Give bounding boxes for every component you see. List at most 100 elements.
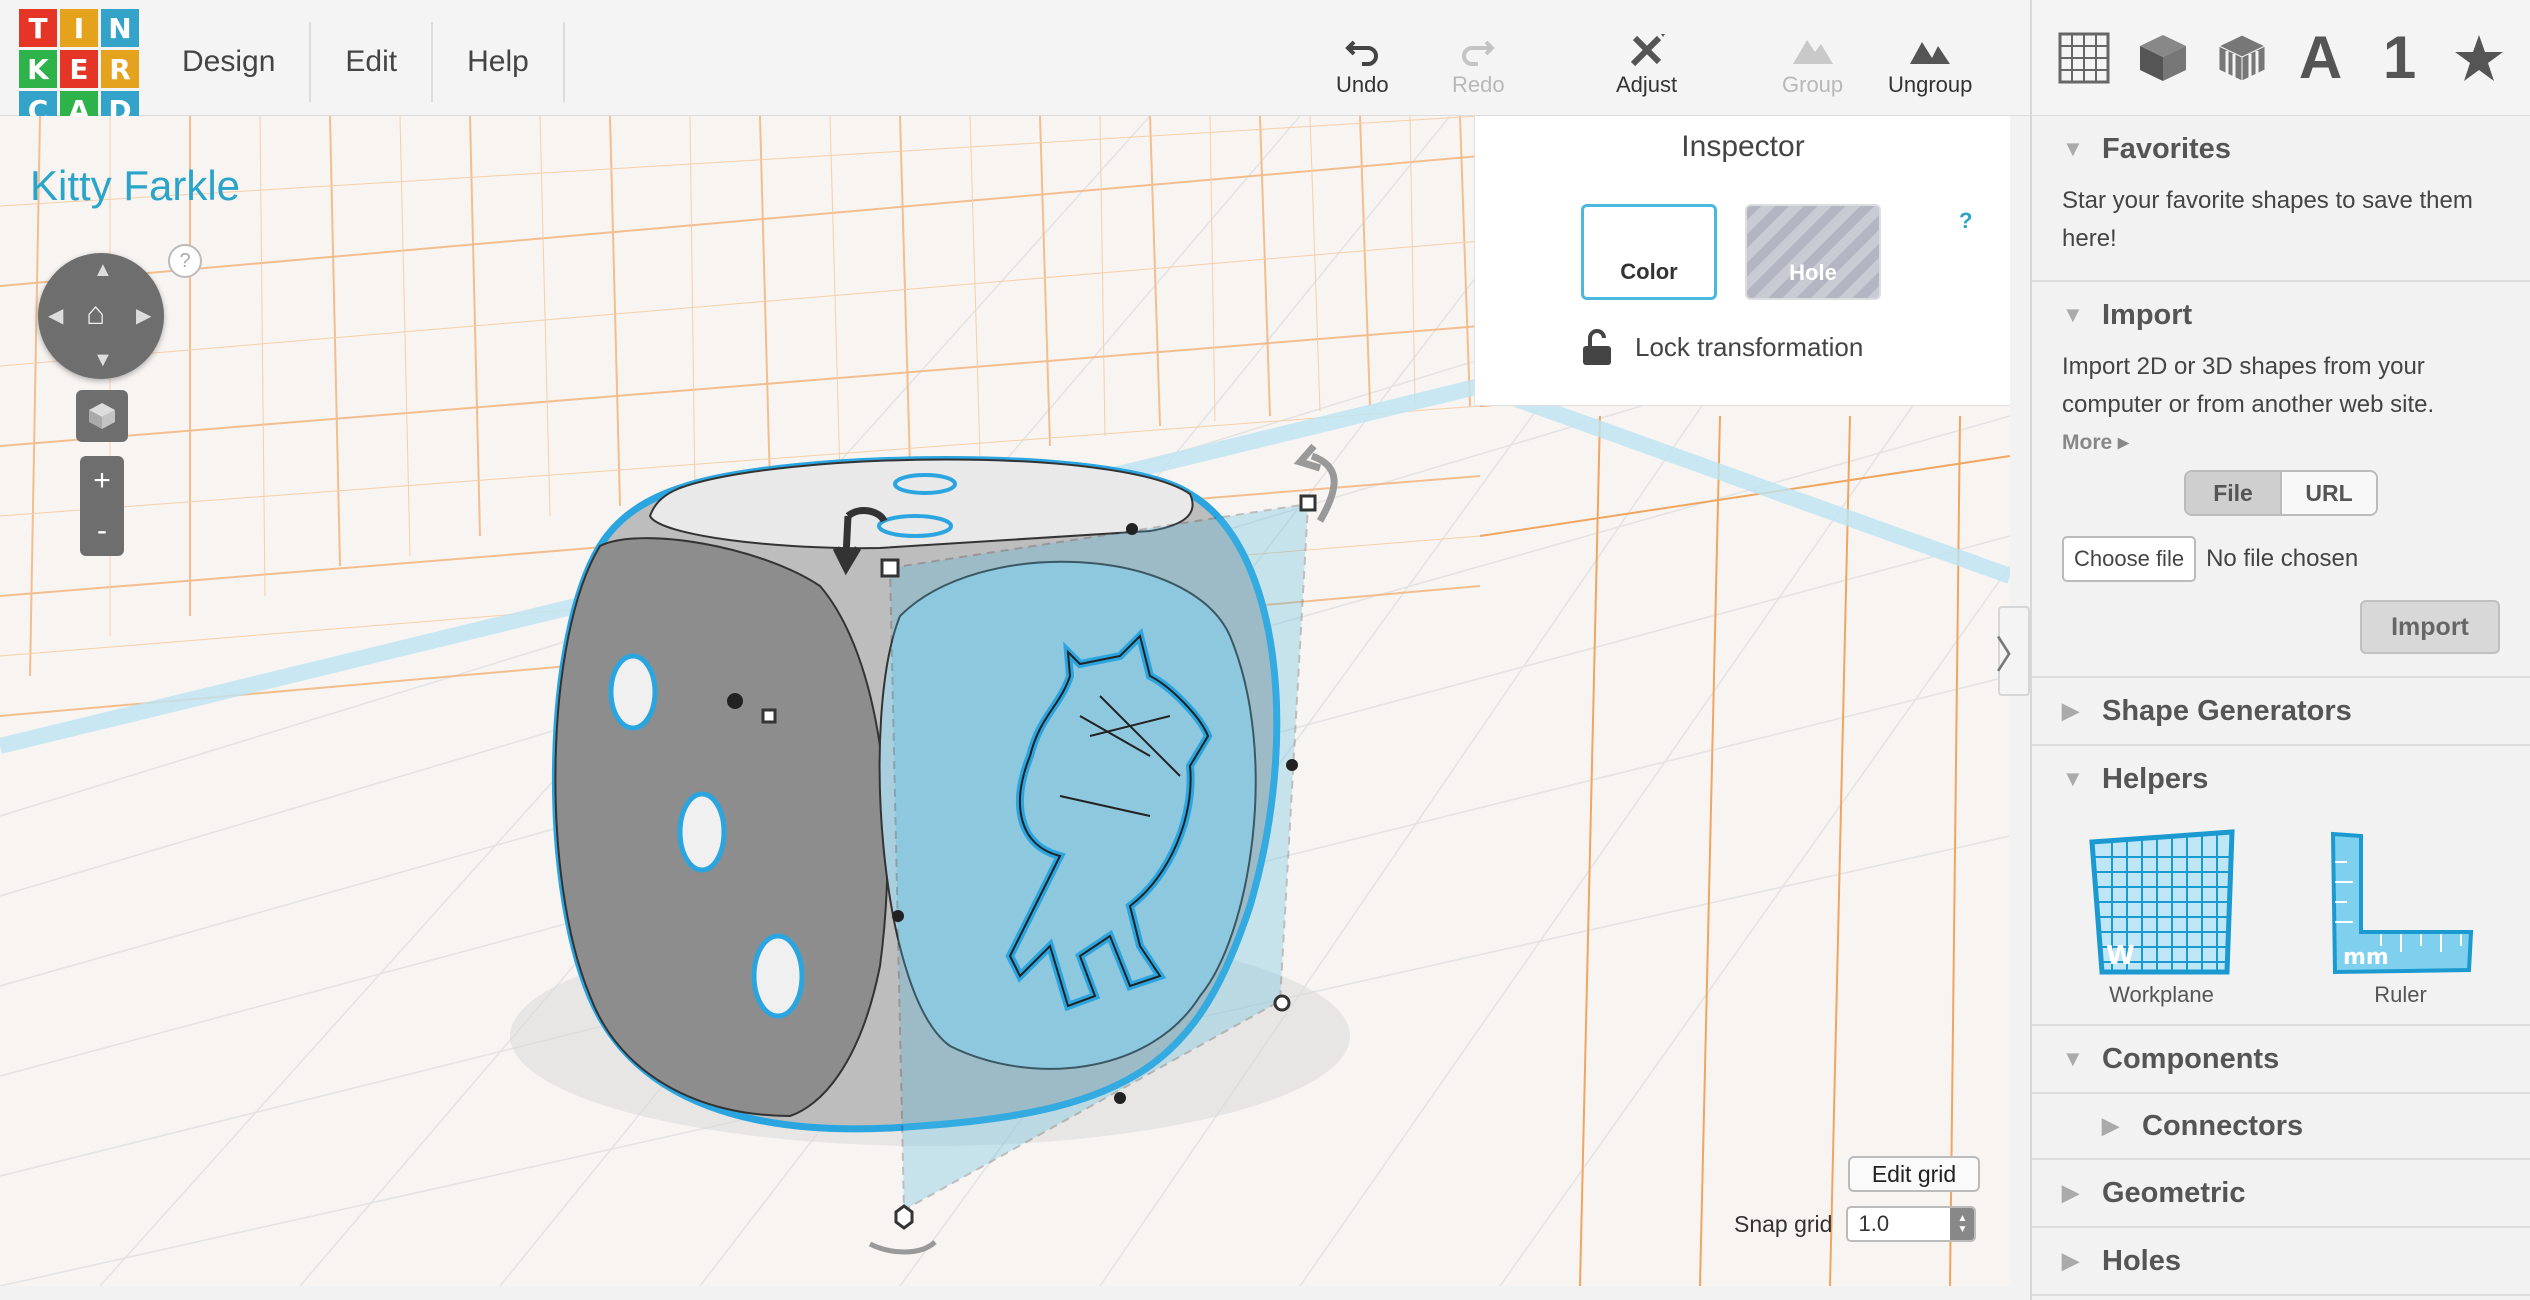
- helpers-header[interactable]: ▼ Helpers: [2032, 746, 2530, 812]
- workplane-label: Workplane: [2109, 982, 2214, 1007]
- favorites-title: Favorites: [2102, 132, 2231, 165]
- shape-generators-header[interactable]: ▶ Shape Generators: [2032, 678, 2530, 744]
- ungroup-button[interactable]: Ungroup: [1888, 28, 1972, 98]
- tab-favorites[interactable]: [2447, 26, 2511, 90]
- choose-file-button[interactable]: Choose file: [2062, 536, 2197, 582]
- import-text: Import 2D or 3D shapes from your compute…: [2062, 353, 2435, 418]
- collapse-panel-button[interactable]: 〉: [1995, 606, 2034, 696]
- undo-label: Undo: [1336, 72, 1389, 97]
- tab-wireframe[interactable]: [2210, 26, 2274, 90]
- logo-letter: K: [19, 50, 57, 88]
- collapsed-triangle-icon: ▶: [2062, 1180, 2079, 1205]
- import-button[interactable]: Import: [2360, 600, 2500, 654]
- view-cube-button[interactable]: [76, 390, 128, 442]
- orbit-down-icon[interactable]: ▼: [93, 349, 113, 372]
- top-pip: [893, 473, 957, 495]
- import-header[interactable]: ▼ Import: [2032, 282, 2530, 348]
- connectors-header[interactable]: ▶ Connectors: [2032, 1092, 2530, 1158]
- stepper-arrows-icon[interactable]: ▲ ▼: [1950, 1208, 1975, 1240]
- orbit-up-icon[interactable]: ▲: [93, 259, 113, 282]
- tinkercad-app: T I N K E R C A D Design Edit Help Undo …: [0, 0, 2530, 1300]
- navigation-help-icon[interactable]: ?: [168, 244, 202, 278]
- holes-section: ▶ Holes: [2032, 1228, 2530, 1296]
- inspector-help-link[interactable]: ?: [1959, 208, 1972, 234]
- import-body: Import 2D or 3D shapes from your compute…: [2032, 348, 2530, 676]
- color-swatch[interactable]: Color: [1581, 204, 1717, 300]
- ungroup-label: Ungroup: [1888, 72, 1973, 97]
- menu-edit[interactable]: Edit: [311, 22, 434, 102]
- snap-grid-value: 1.0: [1858, 1211, 1890, 1236]
- logo-letter: I: [60, 9, 98, 47]
- ungroup-icon: [1910, 42, 1951, 64]
- group-icon: [1792, 40, 1833, 64]
- tab-3d-shapes[interactable]: [2131, 26, 2195, 90]
- undo-button[interactable]: Undo: [1336, 28, 1389, 98]
- collapsed-triangle-icon: ▶: [2062, 1248, 2079, 1273]
- wire-cube-icon: [2217, 33, 2266, 82]
- edit-grid-button[interactable]: Edit grid: [1848, 1156, 1980, 1192]
- expanded-triangle-icon: ▼: [2062, 302, 2084, 327]
- adjust-icon: [1630, 34, 1665, 67]
- ruler-helper[interactable]: mm Ruler: [2321, 822, 2481, 1008]
- cube-icon: [2139, 34, 2186, 81]
- home-view-icon[interactable]: ⌂: [86, 295, 105, 332]
- menu-help[interactable]: Help: [433, 22, 565, 102]
- unlock-icon: [1583, 329, 1611, 365]
- file-tab[interactable]: File: [2186, 472, 2280, 514]
- 3d-viewport[interactable]: Kitty Farkle ? ▲ ▼ ◀ ▶ ⌂ + - Inspector ?…: [0, 116, 2010, 1286]
- holes-header[interactable]: ▶ Holes: [2032, 1228, 2530, 1294]
- helpers-section: ▼ Helpers W Workplane mm Ruler: [2032, 746, 2530, 1026]
- redo-button[interactable]: Redo: [1452, 28, 1505, 98]
- lock-transformation-toggle[interactable]: Lock transformation: [1581, 328, 1863, 366]
- orbit-navigation-pad[interactable]: ▲ ▼ ◀ ▶ ⌂: [38, 253, 164, 379]
- favorites-section: ▼ Favorites Star your favorite shapes to …: [2032, 116, 2530, 282]
- favorites-header[interactable]: ▼ Favorites: [2032, 116, 2530, 182]
- hole-swatch[interactable]: Hole: [1745, 204, 1881, 300]
- workplane-icon: W: [2088, 829, 2235, 975]
- group-button[interactable]: Group: [1782, 28, 1843, 98]
- tab-grid[interactable]: [2052, 26, 2116, 90]
- main-menu: Design Edit Help: [150, 22, 565, 104]
- snap-grid-control: Snap grid 1.0 ▲ ▼: [1734, 1206, 1977, 1242]
- more-link[interactable]: More ▸: [2062, 424, 2500, 462]
- adjust-label: Adjust: [1616, 72, 1678, 97]
- snap-grid-select[interactable]: 1.0 ▲ ▼: [1846, 1206, 1977, 1242]
- import-source-toggle: File URL: [2184, 470, 2378, 516]
- inspector-panel: Inspector ? Color Hole Lock transformati…: [1474, 116, 2010, 406]
- tab-text[interactable]: A: [2289, 24, 2353, 91]
- ruler-label: Ruler: [2374, 982, 2427, 1007]
- workplane-helper[interactable]: W Workplane: [2082, 822, 2242, 1008]
- tab-numbers[interactable]: 1: [2368, 24, 2432, 91]
- orbit-left-icon[interactable]: ◀: [48, 303, 63, 328]
- top-toolbar: T I N K E R C A D Design Edit Help Undo …: [0, 0, 2030, 129]
- components-header[interactable]: ▼ Components: [2032, 1026, 2530, 1092]
- shape-generators-section: ▶ Shape Generators: [2032, 678, 2530, 746]
- star-icon: [2454, 34, 2503, 81]
- menu-design[interactable]: Design: [150, 22, 312, 102]
- project-title[interactable]: Kitty Farkle: [30, 162, 240, 210]
- logo-letter: R: [101, 50, 139, 88]
- grid-icon: [2058, 32, 2109, 83]
- connectors-title: Connectors: [2142, 1109, 2304, 1142]
- collapsed-triangle-icon: ▶: [2102, 1113, 2119, 1138]
- components-section: ▼ Components ▶ Connectors: [2032, 1026, 2530, 1160]
- shape-generators-title: Shape Generators: [2102, 694, 2352, 727]
- holes-title: Holes: [2102, 1244, 2181, 1277]
- geometric-header[interactable]: ▶ Geometric: [2032, 1160, 2530, 1226]
- view-cube-icon: [89, 403, 115, 429]
- url-tab[interactable]: URL: [2280, 472, 2376, 514]
- orbit-right-icon[interactable]: ▶: [136, 303, 151, 328]
- zoom-in-button[interactable]: +: [80, 456, 124, 506]
- zoom-out-button[interactable]: -: [80, 506, 124, 556]
- chevron-right-icon: 〉: [1995, 634, 2034, 677]
- caret-right-icon: ▸: [2118, 431, 2129, 454]
- snap-grid-label: Snap grid: [1734, 1210, 1833, 1237]
- expanded-triangle-icon: ▼: [2062, 136, 2084, 161]
- tinkercad-logo[interactable]: T I N K E R C A D: [19, 9, 139, 129]
- zoom-controls: + -: [80, 456, 124, 556]
- more-label: More: [2062, 431, 2113, 454]
- redo-label: Redo: [1452, 72, 1505, 97]
- dice-pip: [677, 791, 727, 873]
- ruler-icon: mm: [2330, 831, 2473, 975]
- adjust-button[interactable]: Adjust: [1616, 28, 1677, 98]
